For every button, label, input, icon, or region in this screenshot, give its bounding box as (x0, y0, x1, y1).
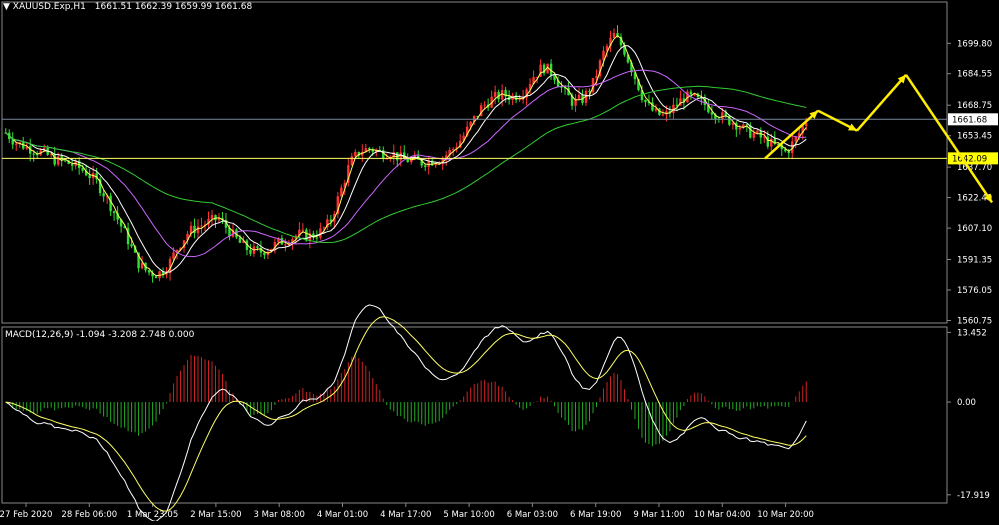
candle-body (263, 252, 266, 256)
candle-body (200, 225, 203, 227)
macd-panel-frame (1, 326, 948, 504)
moving-average-line (5, 35, 807, 277)
candle-body (350, 156, 354, 166)
x-tick-label: 2 Mar 15:00 (190, 510, 241, 520)
candle-body (675, 104, 679, 106)
x-tick-label: 10 Mar 04:00 (694, 510, 751, 520)
candle-body (368, 148, 371, 150)
x-tick-label: 28 Feb 06:00 (61, 510, 117, 520)
candle-body (451, 149, 455, 151)
candle-body (196, 226, 200, 234)
chart-svg: 1699.801684.551668.751653.451637.701622.… (0, 1, 998, 523)
candle-body (112, 211, 116, 213)
candle-body (130, 244, 133, 247)
y-tick-label: 1560.75 (957, 317, 992, 327)
macd-y-tick-label: -17.919 (957, 491, 990, 501)
macd-title: MACD(12,26,9) -1.094 -3.208 2.748 0.000 (5, 330, 195, 340)
x-tick-label: 4 Mar 01:00 (317, 510, 368, 520)
candle-body (612, 33, 616, 38)
dropdown-triangle-icon[interactable]: ▼ (3, 2, 13, 12)
y-tick-label: 1668.75 (957, 101, 992, 111)
candle-body (661, 114, 665, 116)
candle-body (63, 160, 67, 162)
candle-body (493, 91, 497, 97)
x-tick-label: 9 Mar 11:00 (633, 510, 684, 520)
x-tick-label: 6 Mar 19:00 (570, 510, 621, 520)
x-tick-label: 6 Mar 03:00 (507, 510, 558, 520)
y-tick-label: 1699.80 (957, 39, 992, 49)
x-tick-label: 4 Mar 17:00 (380, 510, 431, 520)
candle-body (399, 152, 402, 161)
candle-body (424, 165, 427, 168)
candle-body (644, 100, 647, 103)
x-tick-label: 5 Mar 10:00 (443, 510, 494, 520)
candle-body (745, 124, 749, 126)
candle-body (518, 98, 521, 101)
candle-body (32, 153, 35, 155)
candle-body (588, 90, 591, 92)
candle-body (172, 252, 175, 260)
candle-body (577, 94, 581, 99)
candle-body (794, 136, 797, 142)
chart-title: ▼ XAUUSD.Exp,H1 1661.51 1662.39 1659.99 … (3, 2, 252, 12)
moving-average-line (5, 85, 807, 243)
candle-body (238, 237, 242, 243)
candle-body (731, 122, 735, 125)
ohlc-values: 1661.51 1662.39 1659.99 1661.68 (94, 2, 253, 12)
y-tick-label: 1637.70 (957, 163, 992, 173)
support-price-label: 1642.09 (952, 154, 987, 164)
candle-body (88, 175, 91, 179)
candle-body (749, 125, 752, 138)
candle-body (140, 262, 144, 269)
x-tick-label: 3 Mar 08:00 (254, 510, 305, 520)
symbol-label: XAUUSD.Exp,H1 (12, 2, 86, 12)
candle-body (319, 228, 322, 238)
candle-body (256, 246, 259, 248)
macd-y-tick-label: 13.452 (957, 328, 987, 338)
x-tick-label: 10 Mar 20:00 (757, 510, 814, 520)
x-tick-label: 27 Feb 2020 (0, 510, 52, 520)
candle-body (340, 187, 343, 197)
candle-body (738, 127, 742, 130)
candle-body (721, 112, 724, 120)
candle-body (249, 249, 252, 254)
current-price-label: 1661.68 (952, 115, 987, 125)
forecast-arrow-segment (856, 73, 907, 132)
y-tick-label: 1607.10 (957, 224, 992, 234)
chart-area[interactable]: 1699.80 1684.55 1668.75 1653.45 1637.70 1622.… (0, 0, 999, 523)
candle-body (70, 163, 74, 166)
candle-body (689, 91, 693, 95)
y-tick-label: 1576.05 (957, 286, 992, 296)
candle-body (102, 193, 105, 197)
candle-body (56, 156, 60, 165)
candle-body (147, 270, 151, 273)
candle-body (322, 227, 326, 229)
candle-body (284, 244, 287, 246)
candle-body (301, 229, 305, 231)
main-panel-frame (1, 1, 948, 324)
candle-body (595, 75, 598, 79)
candle-body (210, 215, 214, 219)
candle-body (15, 143, 18, 145)
candle-body (154, 276, 158, 279)
y-tick-label: 1684.55 (957, 70, 992, 80)
y-tick-label: 1653.45 (957, 132, 992, 142)
y-tick-label: 1591.35 (957, 256, 992, 266)
candle-body (752, 132, 756, 138)
candle-body (770, 138, 773, 147)
x-tick-label: 1 Mar 23:05 (127, 510, 178, 520)
candle-body (710, 112, 714, 115)
macd-y-tick-label: 0.00 (957, 398, 976, 408)
candle-body (483, 104, 486, 106)
candle-body (315, 237, 319, 239)
candle-body (109, 195, 112, 212)
candle-body (354, 151, 357, 157)
candle-body (756, 130, 759, 133)
candle-body (434, 163, 437, 166)
